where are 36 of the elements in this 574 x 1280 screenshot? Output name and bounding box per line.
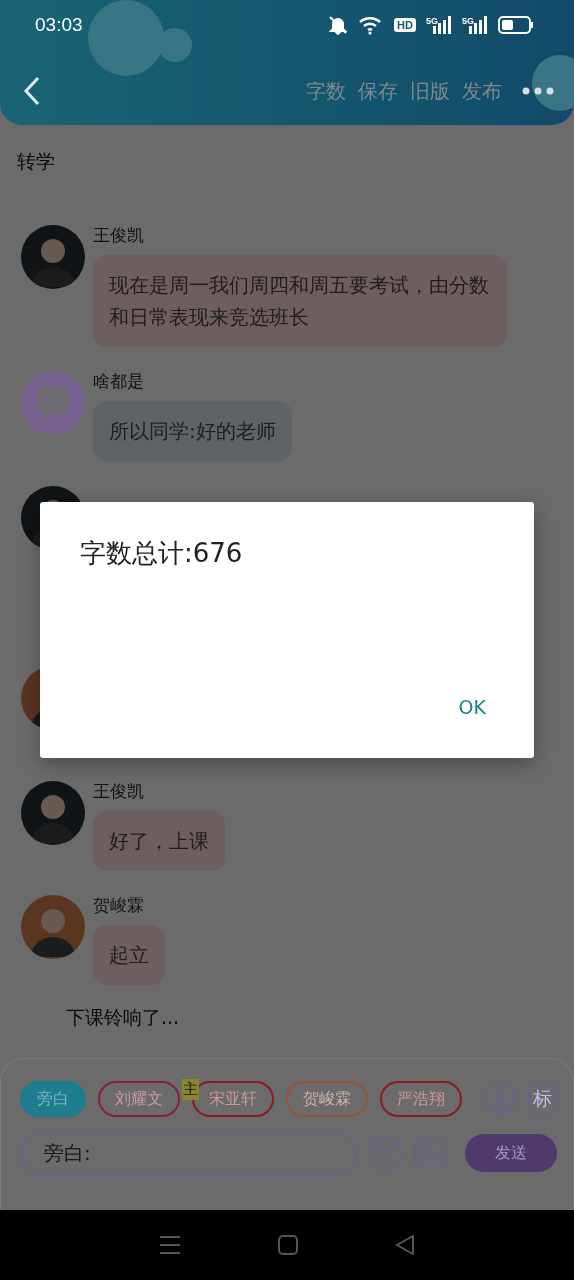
role-chip[interactable]: 刘耀文 [98, 1081, 180, 1117]
more-icon[interactable] [522, 87, 554, 95]
role-chip[interactable]: 严浩翔 [380, 1081, 462, 1117]
header-action[interactable]: 旧版 [410, 77, 450, 105]
sender-name: 贺峻霖 [93, 895, 144, 915]
ok-button[interactable]: OK [450, 692, 494, 722]
header-action[interactable]: 保存 [358, 77, 398, 105]
message-bubble: 所以同学:好的老师 [93, 401, 292, 461]
menu-icon[interactable] [158, 1235, 181, 1255]
role-chip[interactable]: 旁白 [20, 1081, 86, 1117]
back-nav-icon[interactable] [395, 1235, 416, 1255]
narration-text: 转学 [17, 149, 56, 174]
dialog-message: 字数总计:676 [80, 537, 243, 570]
back-icon[interactable] [23, 76, 41, 106]
message-bubble: 起立 [93, 925, 165, 985]
muted-bell-icon [328, 15, 349, 35]
narration-text: 下课铃响了... [66, 1005, 181, 1030]
decoration-circle [532, 55, 574, 111]
header-action[interactable]: 字数 [306, 77, 346, 105]
message-bubble: 好了，上课 [93, 811, 225, 871]
status-time: 03:03 [35, 14, 83, 36]
network-label: 5G [462, 16, 474, 26]
role-chip[interactable]: 贺峻霖 [286, 1081, 368, 1117]
sender-name: 王俊凯 [93, 781, 144, 801]
battery-icon [498, 16, 534, 34]
role-badge: 主 [182, 1079, 199, 1100]
hd-indicator: HD [394, 18, 416, 32]
network-label: 5G [425, 16, 438, 26]
sender-name: 王俊凯 [93, 225, 144, 245]
message-bubble: 现在是周一我们周四和周五要考试，由分数和日常表现来竞选班长 [93, 255, 507, 347]
input-field[interactable]: 旁白: [20, 1130, 357, 1176]
sender-name: 啥都是 [93, 371, 144, 391]
mark-button[interactable]: 标 [528, 1083, 557, 1115]
send-button[interactable]: 发送 [464, 1134, 557, 1172]
home-icon[interactable] [278, 1235, 298, 1255]
header-action[interactable]: 发布 [462, 77, 502, 105]
